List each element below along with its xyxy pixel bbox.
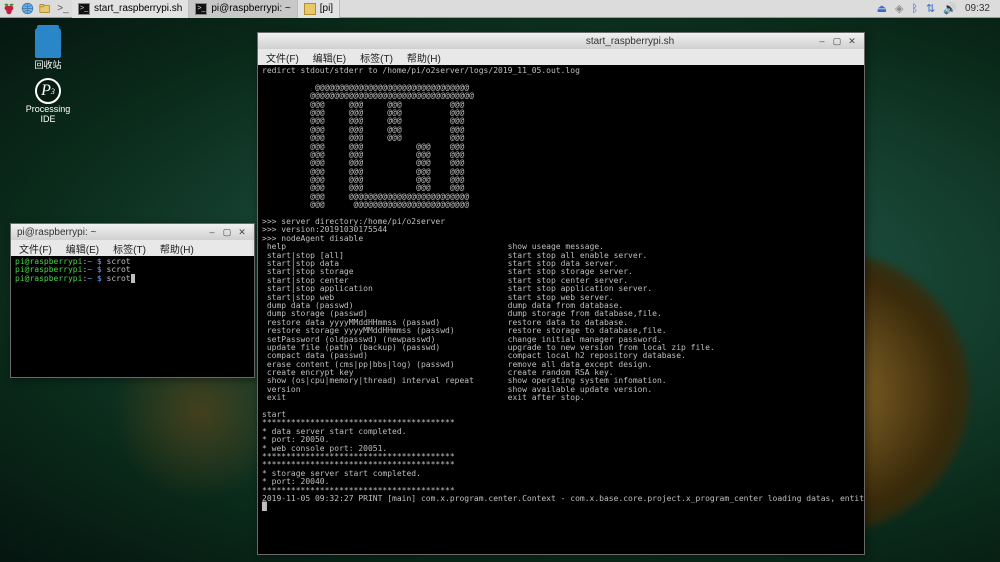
raspberry-menu-icon[interactable] bbox=[0, 0, 18, 18]
taskbar-item-start-script[interactable]: >_ start_raspberrypi.sh bbox=[72, 0, 189, 18]
taskbar-item-folder[interactable]: [pi] bbox=[298, 0, 340, 18]
clock[interactable]: 09:32 bbox=[965, 3, 990, 14]
menu-tab[interactable]: 标签(T) bbox=[113, 241, 146, 256]
close-button[interactable]: ✕ bbox=[846, 35, 858, 47]
menu-tab[interactable]: 标签(T) bbox=[360, 50, 393, 65]
menu-help[interactable]: 帮助(H) bbox=[160, 241, 194, 256]
terminal-icon: >_ bbox=[78, 3, 90, 15]
menu-file[interactable]: 文件(F) bbox=[19, 241, 52, 256]
bluetooth-icon[interactable]: ᛒ bbox=[911, 3, 918, 15]
terminal-icon: >_ bbox=[195, 3, 207, 15]
minimize-button[interactable]: – bbox=[816, 35, 828, 47]
trash-icon bbox=[35, 28, 61, 58]
files-icon[interactable] bbox=[36, 0, 54, 18]
taskbar-item-label: pi@raspberrypi: ~ bbox=[211, 3, 290, 14]
taskbar-item-label: start_raspberrypi.sh bbox=[94, 3, 182, 14]
eject-icon[interactable]: ⏏ bbox=[877, 2, 887, 15]
volume-icon[interactable]: 🔊 bbox=[943, 2, 957, 15]
desktop-trash-label: 回收站 bbox=[34, 58, 61, 71]
terminal-launcher-icon[interactable]: >_ bbox=[54, 0, 72, 18]
window-titlebar[interactable]: start_raspberrypi.sh – ▢ ✕ bbox=[258, 33, 864, 49]
window-title: pi@raspberrypi: ~ bbox=[17, 227, 96, 238]
processing-icon: P3 bbox=[35, 78, 61, 104]
window-menubar: 文件(F) 编辑(E) 标签(T) 帮助(H) bbox=[258, 49, 864, 65]
taskbar-item-label: [pi] bbox=[320, 3, 333, 14]
menu-file[interactable]: 文件(F) bbox=[266, 50, 299, 65]
minimize-button[interactable]: – bbox=[206, 226, 218, 238]
menu-edit[interactable]: 编辑(E) bbox=[66, 241, 99, 256]
terminal-output[interactable]: redirct stdout/stderr to /home/pi/o2serv… bbox=[258, 65, 864, 554]
folder-icon bbox=[304, 3, 316, 15]
terminal-window-start-script: start_raspberrypi.sh – ▢ ✕ 文件(F) 编辑(E) 标… bbox=[257, 32, 865, 555]
window-menubar: 文件(F) 编辑(E) 标签(T) 帮助(H) bbox=[11, 240, 254, 256]
menu-help[interactable]: 帮助(H) bbox=[407, 50, 441, 65]
desktop-trash[interactable]: 回收站 bbox=[18, 28, 78, 71]
wifi-icon[interactable]: ◈ bbox=[895, 2, 903, 15]
taskbar-item-pi-terminal[interactable]: >_ pi@raspberrypi: ~ bbox=[189, 0, 297, 18]
globe-icon[interactable] bbox=[18, 0, 36, 18]
window-title: start_raspberrypi.sh bbox=[444, 36, 816, 47]
network-icon[interactable]: ⇅ bbox=[926, 2, 935, 15]
window-titlebar[interactable]: pi@raspberrypi: ~ – ▢ ✕ bbox=[11, 224, 254, 240]
menu-edit[interactable]: 编辑(E) bbox=[313, 50, 346, 65]
maximize-button[interactable]: ▢ bbox=[831, 35, 843, 47]
close-button[interactable]: ✕ bbox=[236, 226, 248, 238]
taskbar: >_ >_ start_raspberrypi.sh >_ pi@raspber… bbox=[0, 0, 1000, 18]
desktop-processing-label: Processing IDE bbox=[18, 104, 78, 124]
terminal-window-pi: pi@raspberrypi: ~ – ▢ ✕ 文件(F) 编辑(E) 标签(T… bbox=[10, 223, 255, 378]
desktop-processing-ide[interactable]: P3 Processing IDE bbox=[18, 78, 78, 124]
maximize-button[interactable]: ▢ bbox=[221, 226, 233, 238]
terminal-output[interactable]: pi@raspberrypi:~ $ scrotpi@raspberrypi:~… bbox=[11, 256, 254, 377]
